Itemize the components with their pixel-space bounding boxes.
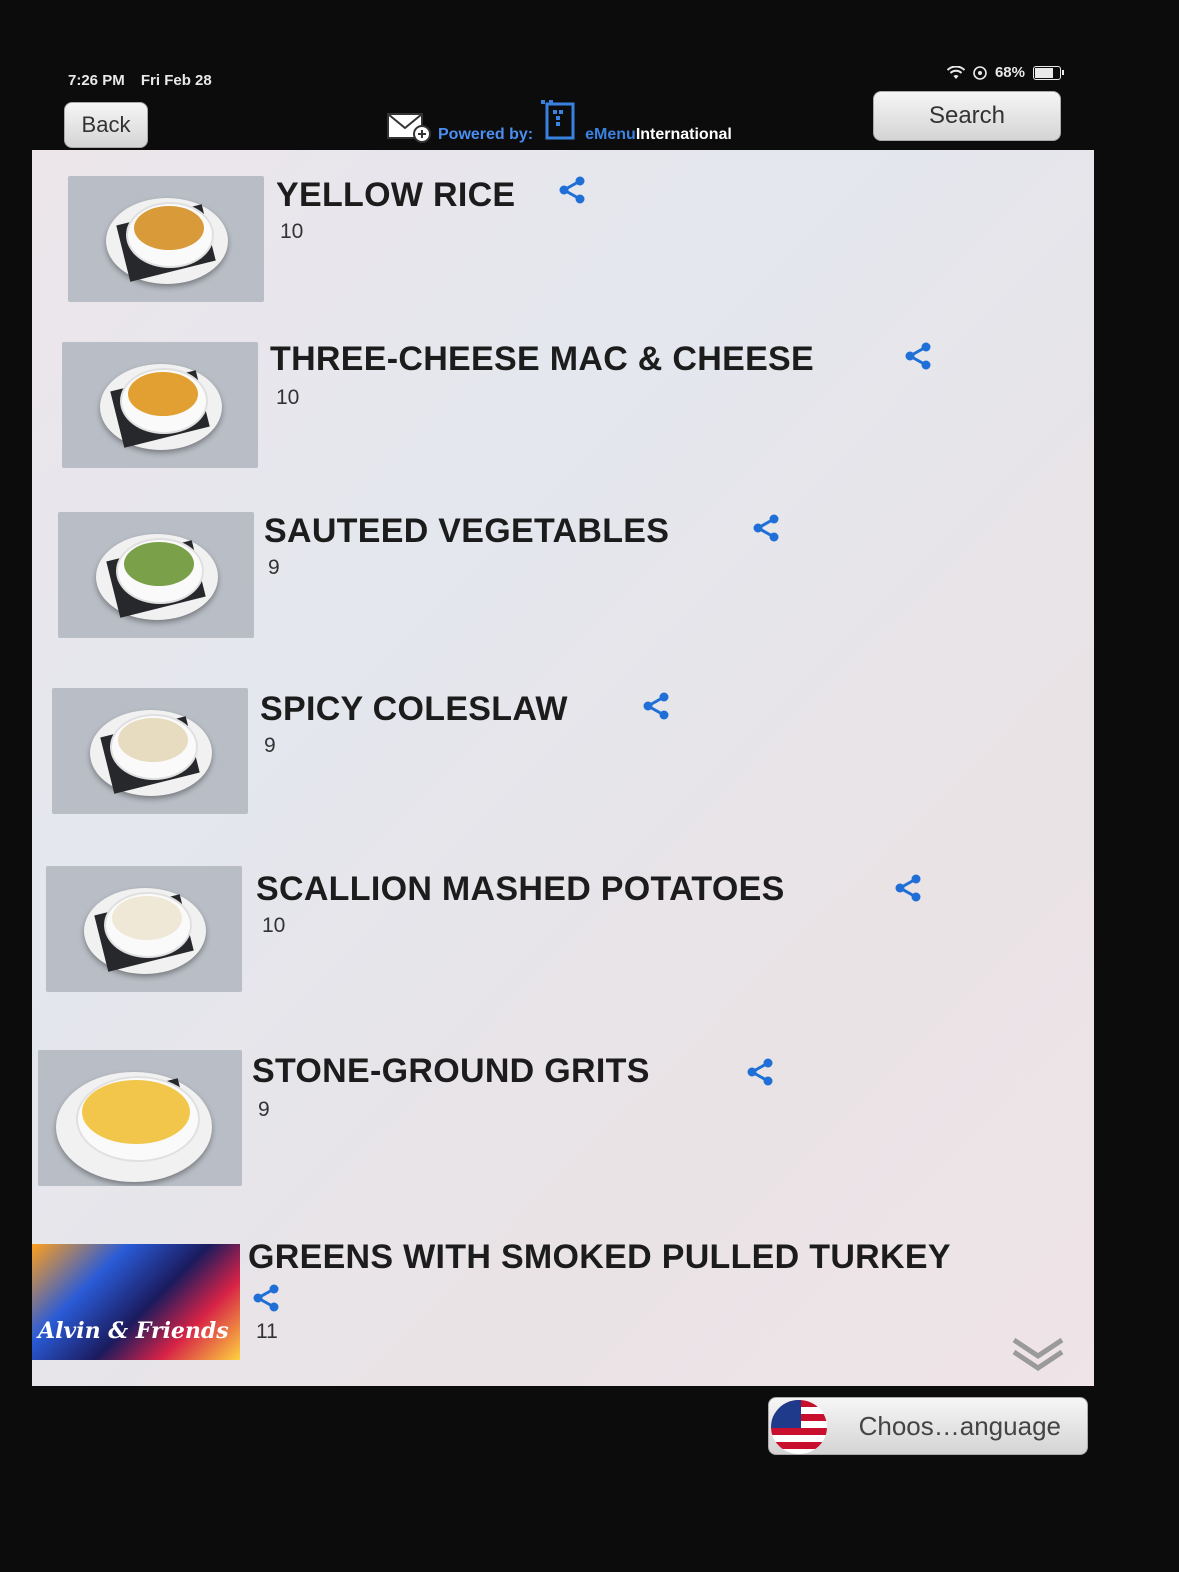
powered-by-banner: Powered by: eMenuInternational bbox=[386, 96, 732, 144]
food bbox=[134, 206, 204, 250]
item-price: 9 bbox=[268, 556, 280, 579]
dish-photo[interactable] bbox=[68, 176, 264, 302]
battery-percent: 68% bbox=[994, 64, 1025, 81]
us-flag-icon bbox=[771, 1400, 827, 1454]
share-icon[interactable] bbox=[750, 512, 782, 544]
share-icon[interactable] bbox=[556, 174, 588, 206]
choose-language-button[interactable]: Choos…anguage bbox=[768, 1397, 1088, 1455]
menu-item[interactable]: YELLOW RICE 10 bbox=[32, 174, 1094, 344]
menu-item[interactable]: THREE-CHEESE MAC & CHEESE 10 bbox=[32, 340, 1094, 510]
menu-item[interactable]: SPICY COLESLAW 9 bbox=[32, 688, 1094, 858]
item-name[interactable]: STONE-GROUND GRITS bbox=[252, 1052, 650, 1091]
share-icon[interactable] bbox=[902, 340, 934, 372]
brand-suffix: International bbox=[635, 126, 732, 143]
item-name[interactable]: THREE-CHEESE MAC & CHEESE bbox=[270, 340, 814, 379]
item-price: 10 bbox=[262, 914, 286, 937]
wifi-icon bbox=[946, 65, 965, 79]
share-icon[interactable] bbox=[250, 1282, 282, 1314]
dish-photo[interactable] bbox=[52, 688, 248, 814]
item-name[interactable]: SPICY COLESLAW bbox=[260, 690, 568, 729]
menu-item[interactable]: STONE-GROUND GRITS 9 bbox=[32, 1050, 1094, 1220]
back-button[interactable]: Back bbox=[64, 102, 148, 148]
menu-item[interactable]: SAUTEED VEGETABLES 9 bbox=[32, 512, 1094, 682]
scroll-down-icon[interactable] bbox=[1008, 1318, 1068, 1372]
status-right: 68% bbox=[946, 64, 1064, 81]
item-name[interactable]: YELLOW RICE bbox=[276, 176, 515, 215]
email-icon[interactable] bbox=[386, 110, 432, 144]
share-icon[interactable] bbox=[744, 1056, 776, 1088]
dish-photo[interactable] bbox=[58, 512, 254, 638]
food bbox=[112, 896, 182, 940]
item-name[interactable]: GREENS WITH SMOKED PULLED TURKEY bbox=[248, 1238, 951, 1277]
logo-text: Alvin & Friends bbox=[38, 1318, 229, 1344]
item-price: 11 bbox=[256, 1320, 278, 1343]
search-button[interactable]: Search bbox=[873, 91, 1061, 141]
language-label: Choos…anguage bbox=[858, 1410, 1061, 1441]
menu-item[interactable]: SCALLION MASHED POTATOES 10 bbox=[32, 866, 1094, 1036]
emenu-logo-icon bbox=[541, 100, 575, 140]
item-price: 9 bbox=[264, 734, 276, 757]
item-name[interactable]: SAUTEED VEGETABLES bbox=[264, 512, 669, 551]
dish-photo[interactable] bbox=[46, 866, 242, 992]
food bbox=[128, 372, 198, 416]
brand-prefix: eMenu bbox=[585, 126, 636, 143]
restaurant-logo: Alvin & Friends bbox=[32, 1244, 240, 1360]
location-lock-icon bbox=[973, 65, 987, 80]
powered-by-label: Powered by: bbox=[438, 126, 534, 143]
dish-photo[interactable] bbox=[38, 1050, 242, 1186]
item-price: 10 bbox=[276, 386, 300, 409]
status-date: Fri Feb 28 bbox=[140, 72, 212, 89]
item-price: 9 bbox=[258, 1098, 270, 1121]
status-left: 7:26 PM Fri Feb 28 bbox=[68, 72, 224, 89]
item-price: 10 bbox=[280, 220, 304, 243]
food bbox=[118, 718, 188, 762]
share-icon[interactable] bbox=[640, 690, 672, 722]
battery-icon bbox=[1033, 65, 1064, 80]
dish-photo[interactable] bbox=[62, 342, 258, 468]
menu-list[interactable]: YELLOW RICE 10 THREE-CHEESE MAC & CHEESE… bbox=[32, 150, 1094, 1386]
food bbox=[82, 1080, 190, 1144]
item-name[interactable]: SCALLION MASHED POTATOES bbox=[256, 870, 785, 909]
share-icon[interactable] bbox=[892, 872, 924, 904]
emenu-brand: eMenuInternational bbox=[585, 126, 732, 144]
food bbox=[124, 542, 194, 586]
status-time: 7:26 PM bbox=[68, 72, 125, 89]
